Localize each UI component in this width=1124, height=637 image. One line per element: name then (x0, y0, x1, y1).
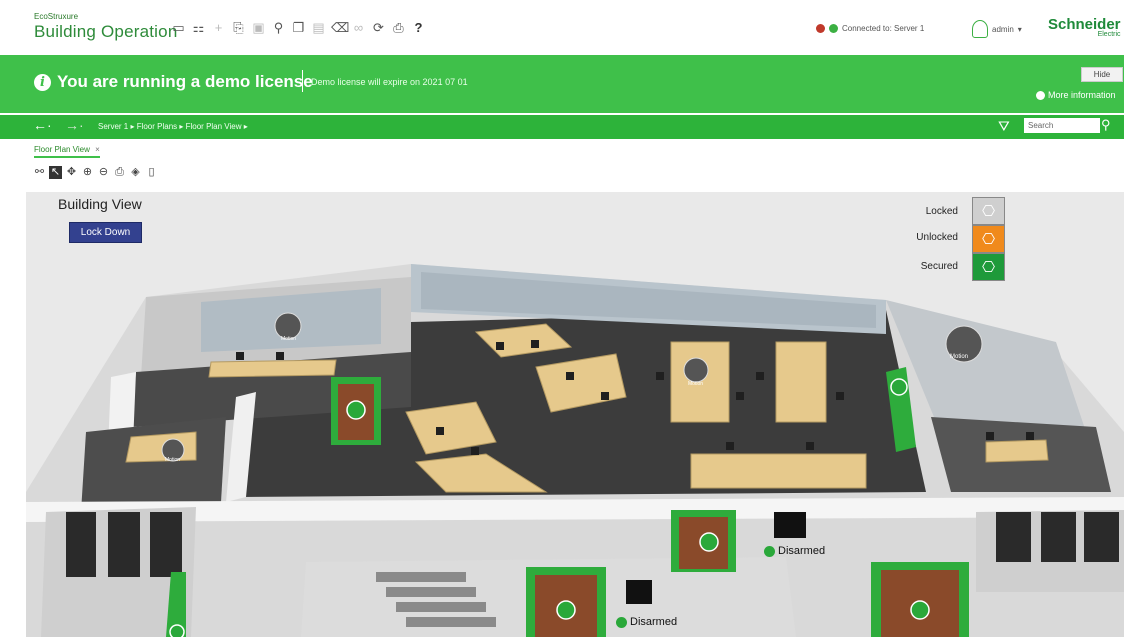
plus-icon[interactable]: + (211, 20, 226, 35)
legend-unlocked-label: Unlocked (916, 232, 958, 243)
locked-icon: ⎔ (972, 197, 1005, 225)
copy-icon[interactable]: ❐ (291, 20, 306, 35)
tab-floor-plan-view[interactable]: Floor Plan View × (34, 145, 100, 158)
unlocked-icon: ⎔ (972, 225, 1005, 253)
open-icon[interactable]: ⎘ (231, 20, 246, 35)
legend-locked-label: Locked (925, 206, 958, 217)
company-logo: Schneider Electric (1048, 16, 1121, 38)
legend-secured-label: Secured (920, 261, 958, 272)
chevron-down-icon: ▾ (1017, 24, 1022, 34)
forward-arrow-icon[interactable]: →· (65, 117, 84, 133)
print-view-icon[interactable]: ⎙ (113, 166, 126, 179)
motion-label-4: Motion (950, 354, 969, 360)
secured-icon: ⎔ (972, 253, 1005, 281)
monitor-icon[interactable]: ▭ (171, 20, 186, 35)
floor-plan-canvas[interactable] (26, 192, 1124, 637)
view-title: Building View (58, 196, 142, 212)
filter-icon[interactable]: ⛛ (998, 118, 1010, 135)
binoculars-icon[interactable]: ⚯ (33, 166, 46, 179)
alarm-icon[interactable] (816, 24, 825, 33)
columns-icon[interactable]: ⚏ (191, 20, 206, 35)
tab-label: Floor Plan View (34, 145, 90, 154)
pointer-icon[interactable]: ↖ (49, 166, 62, 179)
user-name: admin (992, 24, 1014, 34)
motion-label-3: Motion (688, 381, 704, 387)
more-info-link[interactable]: More information (1036, 90, 1116, 100)
zoom-out-icon[interactable]: ⊖ (97, 166, 110, 179)
help-icon[interactable]: ? (411, 20, 426, 35)
toolbar-icons: ▭ ⚏ + ⎘ ▣ ⚲ ❐ ▤ ⌫ ∞ ⟳ ⎙ ? (171, 20, 426, 35)
connected-icon (829, 24, 838, 33)
alarm-status-text: Disarmed (630, 616, 678, 628)
app-title: Building Operation (34, 22, 178, 41)
top-toolbar: EcoStruxure Building Operation ▭ ⚏ + ⎘ ▣… (0, 0, 1124, 52)
print-icon[interactable]: ⎙ (391, 20, 406, 35)
pan-icon[interactable]: ✥ (65, 166, 78, 179)
alarm-status-1[interactable]: Disarmed (764, 545, 825, 557)
link-icon[interactable]: ∞ (351, 20, 366, 35)
refresh-icon[interactable]: ⟳ (371, 20, 386, 35)
user-icon (972, 20, 988, 38)
hide-button[interactable]: Hide (1081, 67, 1123, 82)
lock-down-button[interactable]: Lock Down (69, 222, 142, 243)
disarmed-icon (764, 545, 775, 557)
document-icon[interactable]: ▯ (145, 166, 158, 179)
license-expiry: Demo license will expire on 2021 07 01 (311, 77, 468, 87)
search-input[interactable]: Search (1024, 118, 1100, 133)
delete-icon[interactable]: ⌫ (331, 20, 349, 35)
view-toolbar: ⚯ ↖ ✥ ⊕ ⊖ ⎙ ◈ ▯ (33, 166, 158, 179)
search-icon[interactable]: ⚲ (1101, 117, 1111, 133)
connection-text: Connected to: Server 1 (842, 24, 925, 33)
more-info-label: More information (1048, 90, 1116, 100)
banner-divider (302, 70, 303, 92)
license-title: You are running a demo license (57, 72, 313, 91)
info-icon: i (34, 74, 51, 91)
close-icon[interactable]: × (95, 145, 100, 154)
motion-label-1: Motion (281, 336, 297, 342)
breadcrumb[interactable]: Server 1 ▸ Floor Plans ▸ Floor Plan View… (98, 122, 248, 131)
alarm-status-text: Disarmed (778, 545, 826, 557)
info-small-icon (1036, 90, 1045, 100)
motion-label-2: Motion (165, 457, 181, 463)
user-menu[interactable]: admin ▾ (972, 20, 1022, 38)
alarm-status-2[interactable]: Disarmed (616, 616, 677, 628)
brand-tagline: EcoStruxure (34, 12, 79, 21)
network-icon[interactable]: ⚲ (271, 20, 286, 35)
disarmed-icon (616, 616, 627, 628)
connection-status: Connected to: Server 1 (816, 24, 924, 33)
zoom-in-icon[interactable]: ⊕ (81, 166, 94, 179)
paste-icon[interactable]: ▤ (311, 20, 326, 35)
save-icon[interactable]: ▣ (251, 20, 266, 35)
floor-plan-drawing (26, 192, 1124, 637)
back-arrow-icon[interactable]: ←· (33, 117, 52, 133)
layers-icon[interactable]: ◈ (129, 166, 142, 179)
